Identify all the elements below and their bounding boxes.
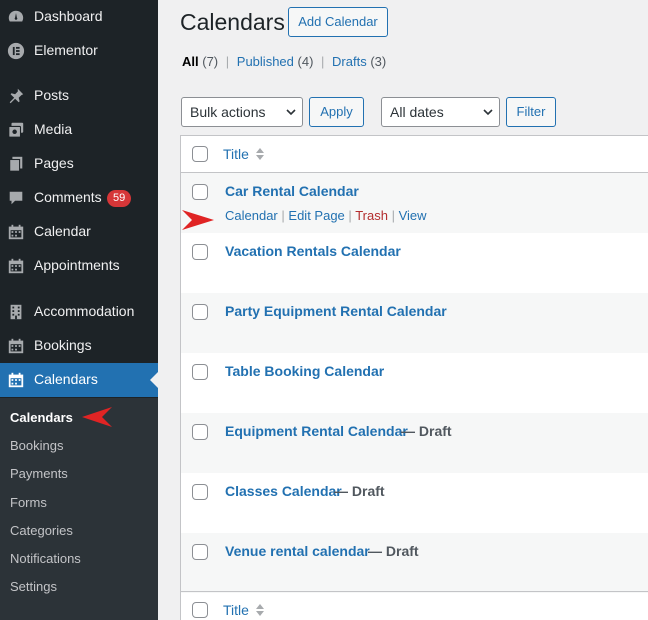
submenu-categories[interactable]: Categories [10, 523, 73, 538]
sidebar-item-media[interactable]: Media [0, 113, 158, 147]
sidebar-item-bookings[interactable]: Bookings [0, 329, 158, 363]
sidebar-item-label: Posts [34, 87, 70, 103]
row-title-link[interactable]: Vacation Rentals Calendar [225, 243, 401, 259]
chevron-down-icon [483, 109, 493, 116]
comments-count-badge: 59 [107, 190, 132, 207]
sidebar-item-label: Media [34, 121, 73, 137]
select-all-checkbox[interactable] [192, 146, 208, 162]
row-checkbox[interactable] [192, 424, 208, 440]
row-checkbox[interactable] [192, 544, 208, 560]
table-row: Table Booking Calendar [181, 353, 648, 413]
sidebar-item-calendars[interactable]: Calendars [0, 363, 158, 397]
calendars-table: Title Car Rental Calendar Calendar | Edi… [180, 135, 648, 620]
filter-all[interactable]: All (7) [182, 54, 218, 69]
sidebar-item-comments[interactable]: Comments [0, 181, 158, 215]
status-filter-links: All (7) | Published (4) | Drafts (3) [182, 54, 387, 69]
filter-drafts[interactable]: Drafts (3) [332, 54, 386, 69]
add-calendar-button[interactable]: Add Calendar [288, 7, 388, 37]
row-checkbox[interactable] [192, 304, 208, 320]
dashboard-icon [8, 10, 24, 22]
calendars-submenu: Calendars Bookings Payments Forms Catego… [0, 398, 158, 620]
row-checkbox[interactable] [192, 364, 208, 380]
pin-icon [9, 88, 24, 104]
row-title-link[interactable]: Car Rental Calendar [225, 183, 359, 199]
elementor-icon [7, 42, 25, 60]
row-checkbox[interactable] [192, 184, 208, 200]
sidebar-item-elementor[interactable]: Elementor [0, 34, 158, 68]
chevron-down-icon [286, 109, 296, 116]
table-row: Car Rental Calendar Calendar | Edit Page… [181, 173, 648, 233]
table-footer: Title [181, 591, 648, 620]
sidebar-item-label: Calendars [34, 371, 98, 387]
row-title-link[interactable]: Classes Calendar [225, 483, 342, 499]
admin-sidebar: Dashboard Elementor Posts Media Pages Co… [0, 0, 158, 620]
sidebar-item-appointments[interactable]: Appointments [0, 249, 158, 283]
submenu-notifications[interactable]: Notifications [10, 551, 81, 566]
table-row: Vacation Rentals Calendar [181, 233, 648, 293]
bulk-actions-select[interactable]: Bulk actions [181, 97, 303, 127]
table-row: Classes Calendar — Draft [181, 473, 648, 533]
sidebar-item-dashboard[interactable]: Dashboard [0, 0, 158, 34]
annotation-arrow-icon [182, 210, 214, 230]
row-title-link[interactable]: Venue rental calendar [225, 543, 370, 559]
sidebar-item-label: Calendar [34, 223, 91, 239]
pages-icon [9, 156, 23, 172]
row-checkbox[interactable] [192, 244, 208, 260]
media-icon [8, 122, 24, 138]
annotation-arrow-icon [82, 407, 112, 427]
post-state-draft: — Draft [334, 483, 385, 499]
submenu-forms[interactable]: Forms [10, 495, 47, 510]
date-filter-select[interactable]: All dates [381, 97, 500, 127]
sort-icon[interactable] [255, 147, 265, 161]
submenu-payments[interactable]: Payments [10, 466, 68, 481]
table-row: Party Equipment Rental Calendar [181, 293, 648, 353]
row-actions: Calendar | Edit Page | Trash | View [225, 208, 427, 223]
table-row: Equipment Rental Calendar — Draft [181, 413, 648, 473]
calendar-icon [8, 372, 24, 388]
row-title-link[interactable]: Party Equipment Rental Calendar [225, 303, 447, 319]
filter-button[interactable]: Filter [506, 97, 556, 127]
apply-button[interactable]: Apply [309, 97, 364, 127]
sidebar-item-calendar[interactable]: Calendar [0, 215, 158, 249]
row-title-link[interactable]: Equipment Rental Calendar [225, 423, 408, 439]
sidebar-item-label: Elementor [34, 42, 98, 58]
title-column-header[interactable]: Title [223, 146, 249, 162]
sidebar-item-label: Comments [34, 189, 102, 205]
sidebar-item-label: Accommodation [34, 303, 135, 319]
sidebar-item-label: Appointments [34, 257, 120, 273]
table-row: Venue rental calendar — Draft [181, 533, 648, 593]
sidebar-item-accommodation[interactable]: Accommodation [0, 295, 158, 329]
select-all-checkbox[interactable] [192, 602, 208, 618]
filter-published[interactable]: Published (4) [237, 54, 314, 69]
calendar-icon [8, 338, 24, 354]
sidebar-item-posts[interactable]: Posts [0, 79, 158, 113]
row-action-trash[interactable]: Trash [355, 208, 388, 223]
row-action-calendar[interactable]: Calendar [225, 208, 278, 223]
sidebar-item-label: Dashboard [34, 8, 103, 24]
building-icon [10, 304, 22, 320]
page-title: Calendars [180, 9, 285, 35]
submenu-bookings[interactable]: Bookings [10, 438, 63, 453]
sidebar-item-label: Pages [34, 155, 74, 171]
sidebar-item-label: Bookings [34, 337, 92, 353]
sidebar-item-pages[interactable]: Pages [0, 147, 158, 181]
submenu-calendars[interactable]: Calendars [10, 410, 73, 425]
sort-icon[interactable] [255, 603, 265, 617]
calendar-icon [8, 224, 24, 240]
title-column-footer[interactable]: Title [223, 602, 249, 618]
comment-icon [9, 191, 23, 205]
post-state-draft: — Draft [368, 543, 419, 559]
row-action-view[interactable]: View [399, 208, 427, 223]
row-action-edit-page[interactable]: Edit Page [288, 208, 344, 223]
table-header: Title [181, 136, 648, 173]
post-state-draft: — Draft [401, 423, 452, 439]
submenu-settings[interactable]: Settings [10, 579, 57, 594]
calendar-icon [8, 258, 24, 274]
row-checkbox[interactable] [192, 484, 208, 500]
row-title-link[interactable]: Table Booking Calendar [225, 363, 384, 379]
